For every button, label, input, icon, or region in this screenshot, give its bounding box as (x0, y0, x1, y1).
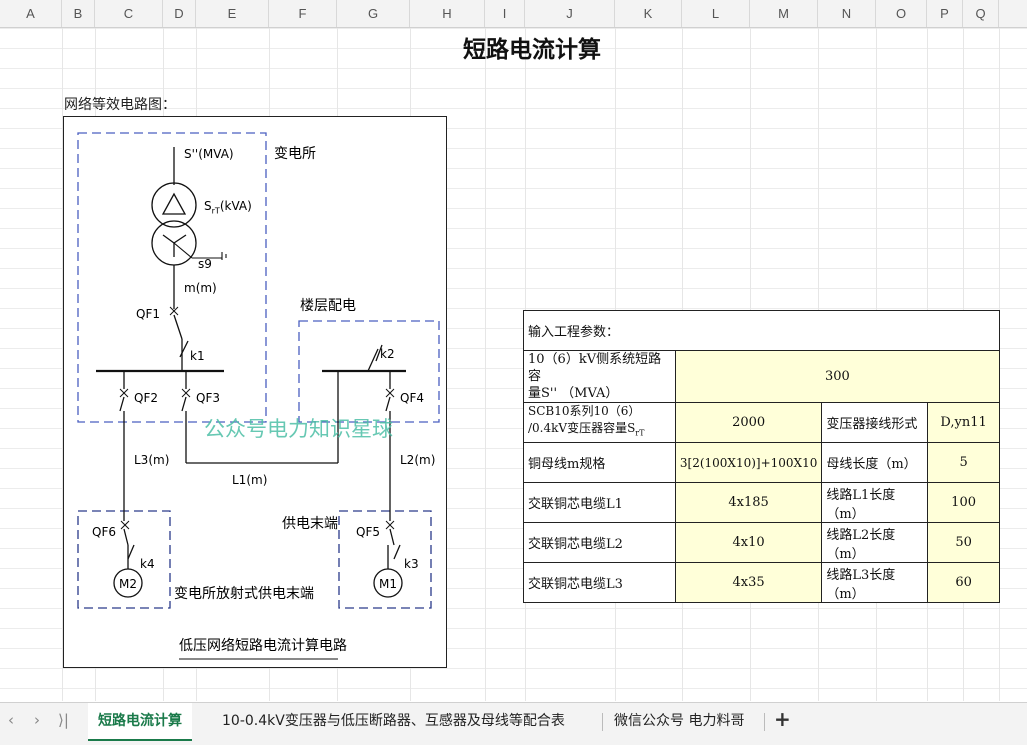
column-header-i[interactable]: I (485, 0, 525, 27)
tab-wechat-account[interactable]: 微信公众号 电力料哥 (604, 703, 754, 739)
label-qf5: QF5 (356, 525, 380, 539)
connection-type-input[interactable]: D,yn11 (927, 402, 1000, 443)
label-m2: M2 (119, 577, 137, 591)
column-header-o[interactable]: O (876, 0, 927, 27)
column-header-n[interactable]: N (818, 0, 876, 27)
column-header-j[interactable]: J (525, 0, 615, 27)
label-qf4: QF4 (400, 391, 424, 405)
label-qf2: QF2 (134, 391, 158, 405)
cable-l2-label[interactable]: 交联铜芯电缆L2 (523, 522, 676, 563)
cable-l2-input[interactable]: 4x10 (674, 522, 823, 563)
network-diagram-label[interactable]: 网络等效电路图： (64, 94, 176, 114)
label-l1: L1(m) (232, 473, 268, 487)
grid-line (485, 28, 486, 701)
label-floor-distribution: 楼层配电 (300, 298, 356, 314)
tab-scroll-next-icon[interactable]: › (34, 711, 40, 729)
l2-length-label[interactable]: 线路L2长度（m） (821, 522, 929, 563)
tab-scroll-prev-icon[interactable]: ‹ (8, 711, 14, 729)
label-substation: 变电所 (274, 146, 316, 162)
circuit-diagram[interactable]: S''(MVA) SrT(kVA) s9 变电所 m(m) QF1 k1 QF2… (63, 116, 447, 668)
label-transformer-model: s9 (198, 257, 212, 271)
label-k3: k3 (404, 557, 419, 571)
label-l3: L3(m) (134, 453, 170, 467)
tab-transformer-coordination[interactable]: 10-0.4kV变压器与低压断路器、互感器及母线等配合表 (212, 703, 575, 739)
column-header-d[interactable]: D (163, 0, 196, 27)
diagram-caption: 低压网络短路电流计算电路 (179, 638, 347, 654)
transformer-capacity-label[interactable]: SCB10系列10（6）/0.4kV变压器容量SrT (523, 402, 676, 443)
label-m1: M1 (379, 577, 397, 591)
label-l2: L2(m) (400, 453, 436, 467)
column-header-bar: A B C D E F G H I J K L M N O P Q (0, 0, 1027, 28)
column-header-m[interactable]: M (750, 0, 818, 27)
label-k4: k4 (140, 557, 155, 571)
column-header-p[interactable]: P (927, 0, 963, 27)
substation-box (77, 132, 267, 423)
tab-scroll-last-icon[interactable]: ⟩| (58, 711, 69, 729)
label-qf1: QF1 (136, 307, 160, 321)
l1-length-label[interactable]: 线路L1长度（m） (821, 482, 929, 523)
system-capacity-label[interactable]: 10（6）kV侧系统短路容 量S'' （MVA） (523, 350, 676, 403)
label-transformer-rating: SrT(kVA) (204, 199, 252, 216)
busbar-spec-input[interactable]: 3[2(100X10)]+100X10 (674, 442, 823, 483)
column-header-l[interactable]: L (682, 0, 750, 27)
label-source: S''(MVA) (184, 147, 234, 161)
l1-length-input[interactable]: 100 (927, 482, 1000, 523)
l3-length-label[interactable]: 线路L3长度（m） (821, 562, 929, 603)
cable-l3-input[interactable]: 4x35 (674, 562, 823, 603)
input-parameters-table: 输入工程参数： 10（6）kV侧系统短路容 量S'' （MVA） 300 SCB1… (523, 310, 1001, 603)
label-qf3: QF3 (196, 391, 220, 405)
busbar-length-input[interactable]: 5 (927, 442, 1000, 483)
tab-short-circuit-calc[interactable]: 短路电流计算 (88, 703, 192, 741)
column-header-e[interactable]: E (196, 0, 269, 27)
params-header[interactable]: 输入工程参数： (523, 310, 1000, 351)
column-header-f[interactable]: F (269, 0, 337, 27)
busbar-spec-label[interactable]: 铜母线m规格 (523, 442, 676, 483)
watermark-text: 公众号电力知识星球 (204, 417, 393, 441)
l3-length-input[interactable]: 60 (927, 562, 1000, 603)
tab-separator (602, 713, 603, 731)
cable-l1-label[interactable]: 交联铜芯电缆L1 (523, 482, 676, 523)
label-bus-length: m(m) (184, 281, 217, 295)
column-header-k[interactable]: K (615, 0, 682, 27)
label-radial-end: 变电所放射式供电末端 (174, 586, 314, 602)
label-qf6: QF6 (92, 525, 116, 539)
connection-type-label[interactable]: 变压器接线形式 (821, 402, 929, 443)
column-header-c[interactable]: C (95, 0, 163, 27)
label-k1: k1 (190, 349, 205, 363)
sheet-title[interactable]: 短路电流计算 (0, 30, 1027, 64)
column-header-h[interactable]: H (410, 0, 485, 27)
cable-l1-input[interactable]: 4x185 (674, 482, 823, 523)
system-capacity-input[interactable]: 300 (674, 350, 1001, 403)
column-header-g[interactable]: G (337, 0, 410, 27)
busbar-length-label[interactable]: 母线长度（m） (821, 442, 929, 483)
column-header-q[interactable]: Q (963, 0, 999, 27)
l2-length-input[interactable]: 50 (927, 522, 1000, 563)
column-header-b[interactable]: B (62, 0, 95, 27)
column-header-a[interactable]: A (0, 0, 62, 27)
transformer-capacity-input[interactable]: 2000 (674, 402, 823, 443)
label-k2: k2 (380, 347, 395, 361)
cable-l3-label[interactable]: 交联铜芯电缆L3 (523, 562, 676, 603)
sheet-tab-bar: ‹ › ⟩| 短路电流计算 10-0.4kV变压器与低压断路器、互感器及母线等配… (0, 702, 1027, 745)
add-sheet-icon[interactable]: + (774, 707, 791, 731)
tab-separator (764, 713, 765, 731)
label-end-supply: 供电末端 (282, 516, 338, 532)
